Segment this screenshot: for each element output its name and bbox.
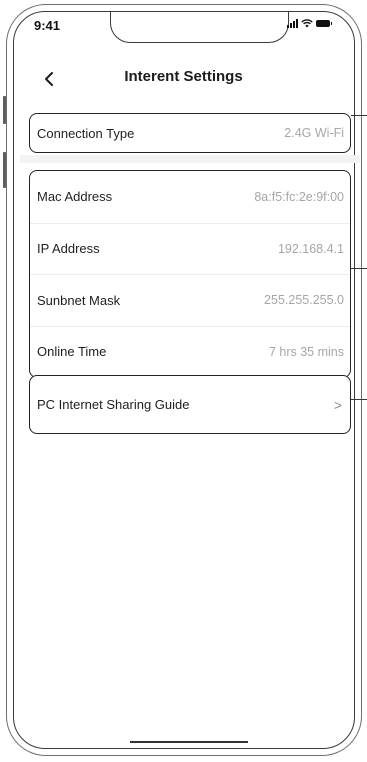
- battery-icon: [316, 20, 332, 27]
- mac-address-row: Mac Address 8a:f5:fc:2e:9f:00: [30, 171, 350, 223]
- subnet-mask-row: Sunbnet Mask 255.255.255.0: [30, 274, 350, 326]
- status-icons: [287, 18, 332, 28]
- subnet-mask-value: 255.255.255.0: [264, 293, 344, 308]
- connection-type-card: Connection Type 2.4G Wi-Fi: [29, 113, 351, 153]
- connection-type-value: 2.4G Wi-Fi: [284, 126, 344, 140]
- phone-notch: [110, 12, 289, 43]
- page-title: Interent Settings: [124, 68, 243, 85]
- sharing-guide-label: PC Internet Sharing Guide: [37, 397, 190, 412]
- mac-address-label: Mac Address: [37, 189, 113, 205]
- sharing-guide-card[interactable]: PC Internet Sharing Guide >: [29, 375, 351, 434]
- online-time-label: Online Time: [37, 344, 107, 360]
- ip-address-value: 192.168.4.1: [277, 241, 344, 256]
- connection-type-label: Connection Type: [37, 125, 135, 141]
- chevron-right-icon: >: [333, 396, 342, 413]
- callout-line: [351, 115, 367, 116]
- ip-address-row: IP Address 192.168.4.1: [30, 222, 350, 275]
- home-indicator: [130, 741, 248, 743]
- callout-line: [351, 399, 367, 400]
- phone-side-button: [3, 96, 6, 124]
- phone-side-button: [3, 152, 6, 188]
- online-time-row: Online Time 7 hrs 35 mins: [30, 325, 350, 378]
- cellular-signal-icon: [287, 18, 298, 28]
- subnet-mask-label: Sunbnet Mask: [37, 292, 121, 308]
- status-time: 9:41: [34, 18, 61, 33]
- connection-type-row[interactable]: Connection Type 2.4G Wi-Fi: [30, 114, 350, 152]
- ip-address-label: IP Address: [37, 241, 100, 257]
- section-separator: [20, 155, 360, 163]
- network-details-card: Mac Address 8a:f5:fc:2e:9f:00 IP Address…: [29, 170, 351, 378]
- mac-address-value: 8a:f5:fc:2e:9f:00: [254, 189, 344, 204]
- wifi-icon: [301, 19, 313, 28]
- sharing-guide-row[interactable]: PC Internet Sharing Guide >: [30, 376, 350, 433]
- online-time-value: 7 hrs 35 mins: [268, 344, 344, 359]
- callout-line: [351, 268, 367, 269]
